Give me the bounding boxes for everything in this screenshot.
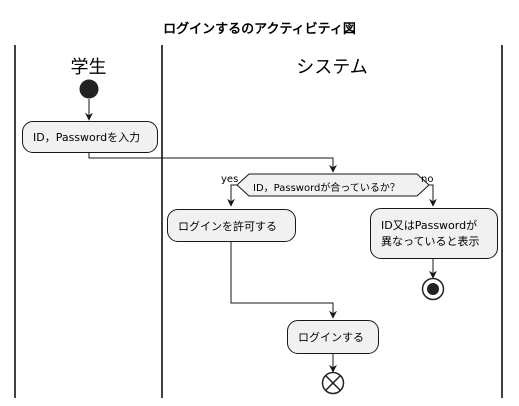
activity-enter-credentials: ID，Passwordを入力	[22, 121, 158, 153]
activity-allow-login: ログインを許可する	[167, 209, 296, 242]
activity-allow-login-label: ログインを許可する	[178, 219, 277, 233]
decision-yes-label: yes	[221, 174, 239, 185]
activity-show-error-line1: ID又はPasswordが	[381, 218, 478, 232]
end-node-inner	[427, 283, 439, 295]
diagram-title: ログインするのアクティビティ図	[163, 22, 356, 37]
edge-input-to-decision	[88, 153, 337, 173]
activity-enter-credentials-label: ID，Passwordを入力	[33, 131, 141, 144]
activity-login: ログインする	[287, 320, 379, 354]
swimlane-header-student: 学生	[70, 57, 107, 78]
swimlane-header-system: システム	[296, 57, 368, 78]
activity-diagram: ログインするのアクティビティ図 学生 システム ID，Passwordを入力 I…	[0, 0, 519, 406]
edge-no	[429, 184, 437, 207]
decision-question: ID，Passwordが合っているか？	[253, 183, 400, 194]
start-node	[79, 79, 99, 99]
activity-show-error-line2: 異なっていると表示	[381, 234, 480, 248]
edge-yes	[227, 184, 237, 207]
activity-login-label: ログインする	[298, 331, 364, 344]
decision-no-label: no	[421, 174, 434, 185]
activity-show-error: ID又はPasswordが 異なっていると表示	[370, 208, 498, 259]
edge-allow-to-login	[230, 242, 337, 319]
